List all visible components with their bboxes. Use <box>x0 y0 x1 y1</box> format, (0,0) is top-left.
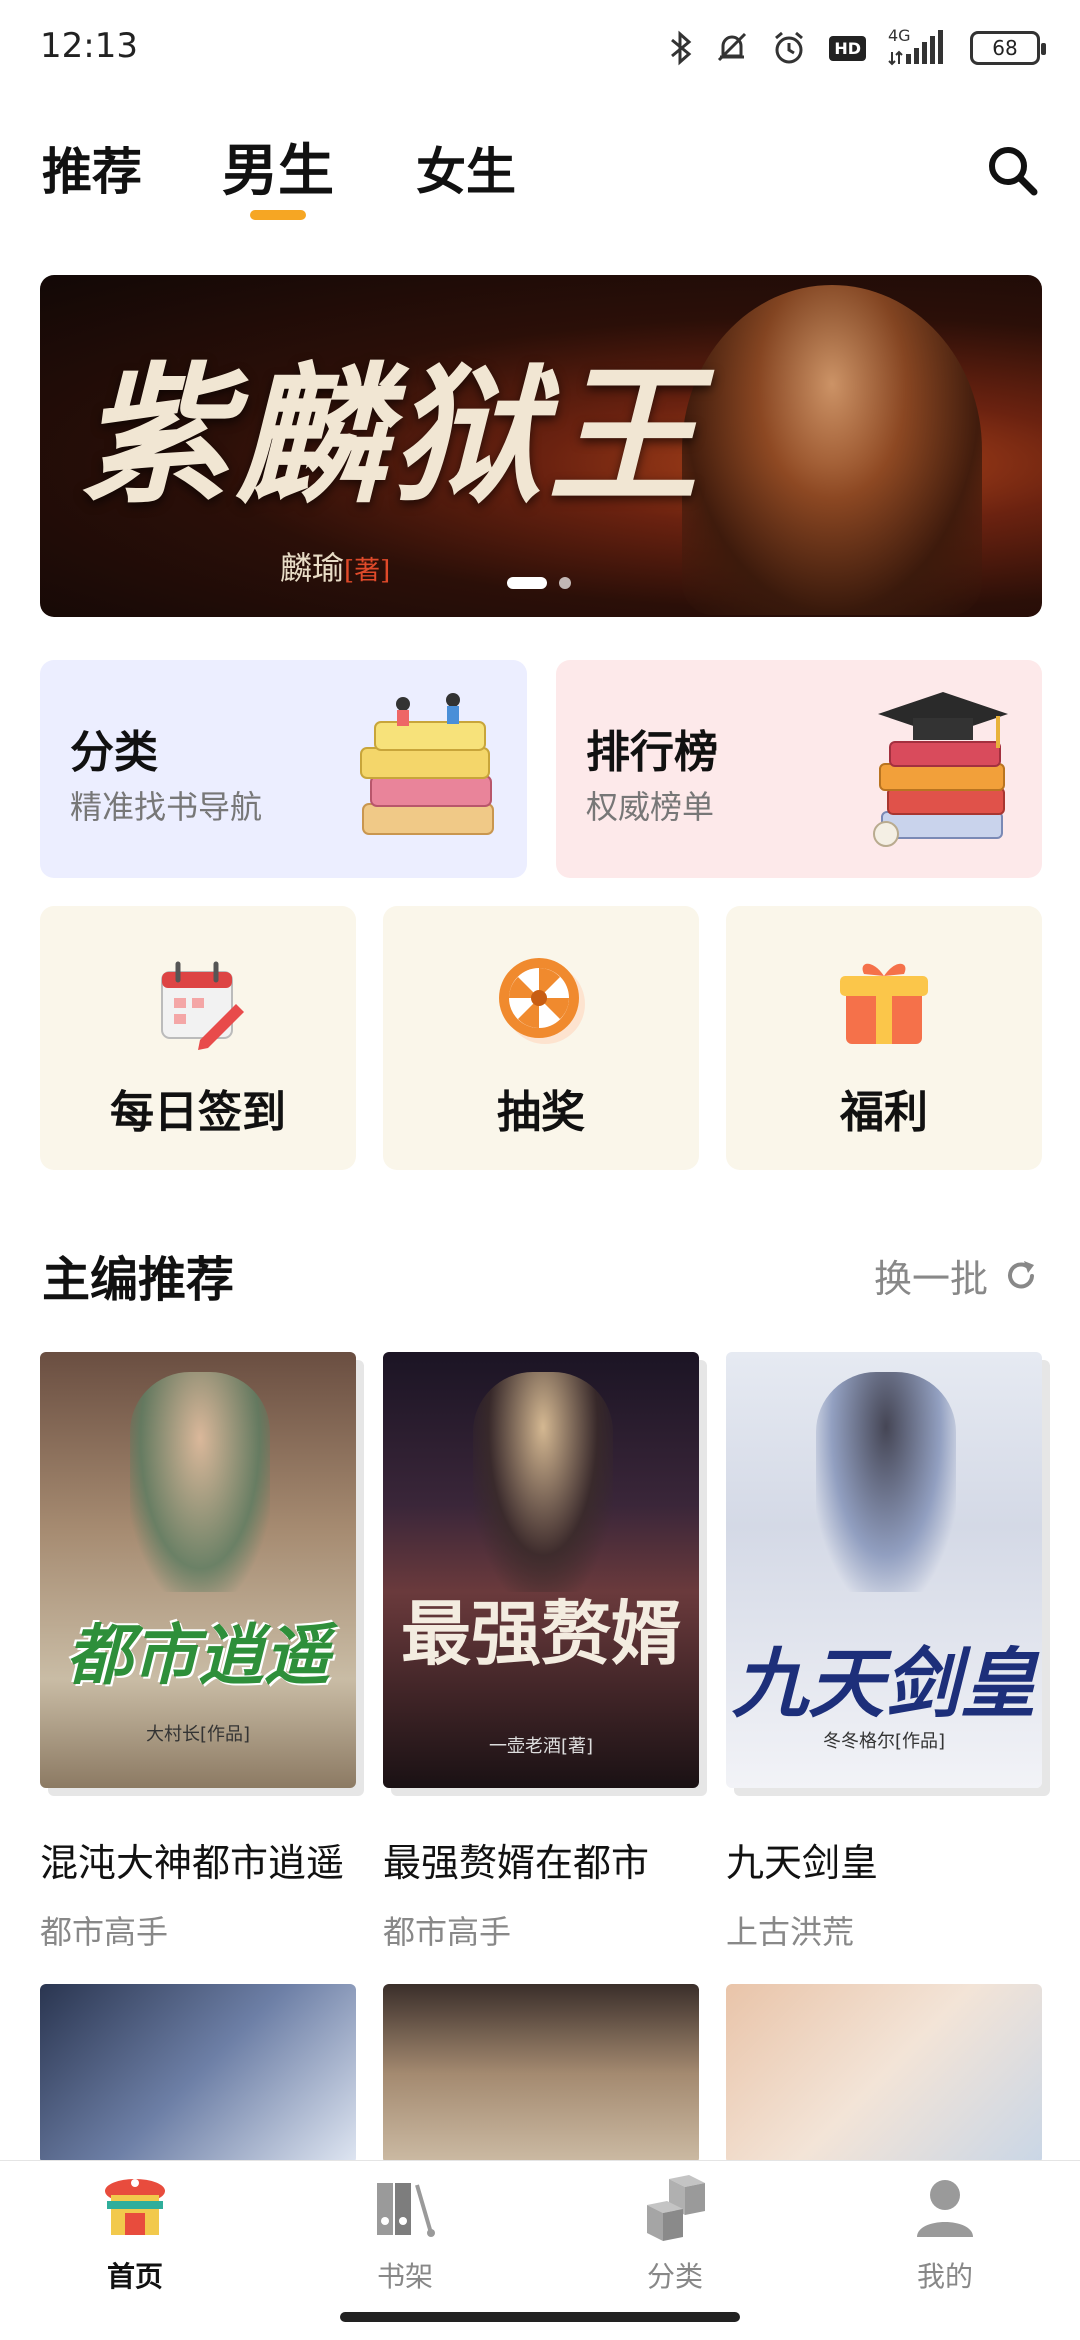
book-cover-partial[interactable] <box>726 1984 1042 2164</box>
book-title: 最强赘婿在都市 <box>383 1841 650 1885</box>
cover-title: 九天剑皇 <box>732 1639 1036 1728</box>
status-icons: HD 4G 68 <box>669 24 1046 72</box>
cover-author: 冬冬格尔[作品] <box>822 1731 946 1752</box>
category-card-subtitle: 精准找书导航 <box>70 788 263 826</box>
signal-icon: 4G <box>888 26 948 68</box>
section-title: 主编推荐 <box>42 1252 235 1308</box>
book-genre: 都市高手 <box>40 1913 169 1951</box>
book-genre: 都市高手 <box>383 1913 512 1951</box>
cover-artwork <box>130 1372 270 1592</box>
category-card-title: 分类 <box>70 727 158 778</box>
banner-artwork <box>682 285 982 615</box>
category-icon <box>647 2175 705 2241</box>
lottery-label: 抽奖 <box>497 1087 585 1138</box>
graduation-books-icon <box>873 692 1008 847</box>
banner-author: 麟瑜[著] <box>280 543 390 589</box>
welfare-label: 福利 <box>840 1087 928 1138</box>
book-cover: 九天剑皇 冬冬格尔[作品] <box>726 1352 1042 1788</box>
battery-level: 68 <box>992 36 1018 60</box>
search-icon <box>989 147 1038 196</box>
book-card[interactable]: 九天剑皇 冬冬格尔[作品] 九天剑皇 上古洪荒 <box>726 1352 1042 1953</box>
bookshelf-icon <box>377 2183 435 2237</box>
nav-home[interactable]: 首页 <box>35 2171 235 2295</box>
daily-checkin-label: 每日签到 <box>110 1087 286 1138</box>
status-bar: 12:13 HD 4G 68 <box>0 0 1080 96</box>
banner-carousel[interactable]: 紫麟狱王 麟瑜[著] <box>40 275 1042 617</box>
welfare-button[interactable]: 福利 <box>726 906 1042 1170</box>
lottery-button[interactable]: 抽奖 <box>383 906 699 1170</box>
cover-author: 大村长[作品] <box>145 1724 251 1745</box>
tab-female[interactable]: 女生 <box>416 132 516 204</box>
cover-author: 一壶老酒[著] <box>488 1736 594 1757</box>
refresh-label: 换一批 <box>873 1257 988 1301</box>
category-card[interactable]: 分类 精准找书导航 <box>40 660 527 878</box>
top-tabs: 推荐 男生 女生 <box>0 120 1080 230</box>
banner-author-tag: [著] <box>344 556 391 586</box>
carousel-dot-active <box>507 577 547 589</box>
gift-icon <box>840 963 928 1044</box>
nav-category-label: 分类 <box>646 2260 703 2293</box>
daily-checkin-button[interactable]: 每日签到 <box>40 906 356 1170</box>
search-button[interactable] <box>982 140 1042 200</box>
book-cover: 都市逍遥 大村长[作品] <box>40 1352 356 1788</box>
nav-profile-label: 我的 <box>916 2260 973 2293</box>
tab-male[interactable]: 男生 <box>222 126 334 207</box>
book-title: 混沌大神都市逍遥 <box>40 1841 345 1885</box>
carousel-dot <box>559 577 571 589</box>
tab-recommend[interactable]: 推荐 <box>42 132 142 204</box>
book-genre: 上古洪荒 <box>726 1913 855 1951</box>
carousel-dots <box>507 577 571 589</box>
book-cover-partial[interactable] <box>383 1984 699 2164</box>
status-time: 12:13 <box>40 26 138 66</box>
cover-artwork <box>816 1372 956 1592</box>
refresh-icon <box>1008 1260 1034 1288</box>
book-card[interactable]: 最强赘婿 一壶老酒[著] 最强赘婿在都市 都市高手 <box>383 1352 699 1953</box>
cover-title: 都市逍遥 <box>66 1616 330 1694</box>
book-cover-partial[interactable] <box>40 1984 356 2164</box>
cover-artwork <box>473 1372 613 1592</box>
banner-title: 紫麟狱王 <box>80 348 705 524</box>
bell-off-icon <box>718 32 747 62</box>
ranking-card-title: 排行榜 <box>586 727 718 778</box>
hd-icon: HD <box>829 35 866 61</box>
ranking-card-subtitle: 权威榜单 <box>586 788 715 826</box>
nav-bookshelf[interactable]: 书架 <box>305 2171 505 2295</box>
nav-category[interactable]: 分类 <box>575 2171 775 2295</box>
nav-home-label: 首页 <box>106 2260 163 2293</box>
nav-bookshelf-label: 书架 <box>376 2260 433 2293</box>
books-illustration-icon <box>360 693 494 835</box>
home-icon <box>105 2179 165 2235</box>
tab-indicator <box>250 210 306 220</box>
nav-profile[interactable]: 我的 <box>845 2171 1045 2295</box>
book-title: 九天剑皇 <box>726 1841 879 1885</box>
alarm-icon <box>775 31 804 64</box>
ranking-card[interactable]: 排行榜 权威榜单 <box>556 660 1042 878</box>
calendar-icon <box>161 961 244 1050</box>
refresh-batch-button[interactable]: 换一批 <box>874 1248 1040 1303</box>
profile-icon <box>917 2180 973 2237</box>
home-indicator <box>340 2312 740 2322</box>
book-cover: 最强赘婿 一壶老酒[著] <box>383 1352 699 1788</box>
bluetooth-icon <box>671 30 692 66</box>
wheel-icon <box>499 958 585 1044</box>
battery-icon: 68 <box>970 31 1046 65</box>
book-card[interactable]: 都市逍遥 大村长[作品] 混沌大神都市逍遥 都市高手 <box>40 1352 356 1953</box>
cover-title: 最强赘婿 <box>401 1592 681 1675</box>
banner-author-name: 麟瑜 <box>280 549 345 587</box>
